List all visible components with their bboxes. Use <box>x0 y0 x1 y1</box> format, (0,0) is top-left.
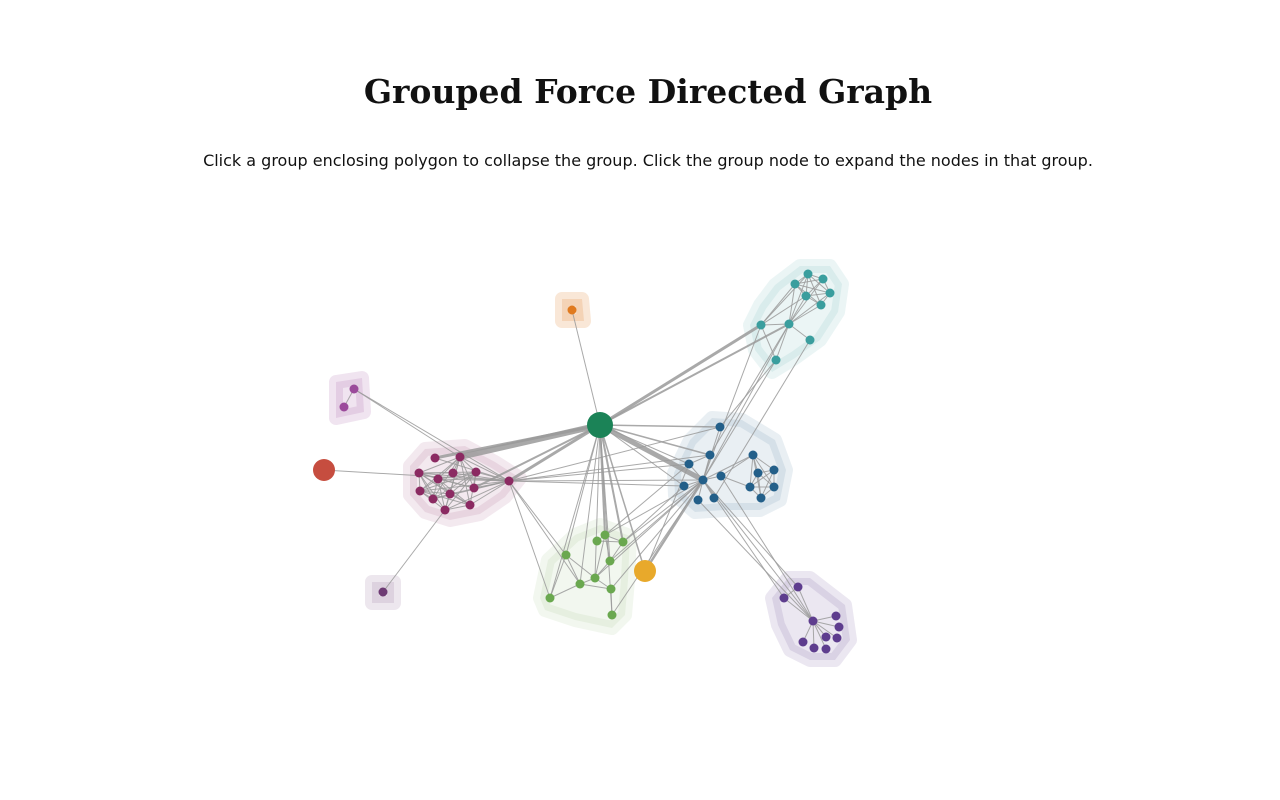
node-v1[interactable] <box>349 384 359 394</box>
node-t2[interactable] <box>818 274 828 284</box>
node-b6[interactable] <box>769 465 779 475</box>
node-m3[interactable] <box>414 468 424 478</box>
node-m7[interactable] <box>469 483 479 493</box>
node-t6[interactable] <box>816 300 826 310</box>
node-g2[interactable] <box>592 536 602 546</box>
node-b9[interactable] <box>679 481 689 491</box>
link-m8-g4 <box>508 480 567 556</box>
node-m11[interactable] <box>428 494 438 504</box>
node-g10[interactable] <box>607 610 617 620</box>
node-b13[interactable] <box>709 493 719 503</box>
node-g8[interactable] <box>606 584 616 594</box>
link-l1-m13 <box>382 509 446 593</box>
node-m8[interactable] <box>504 476 514 486</box>
node-g1[interactable] <box>600 530 610 540</box>
node-m9[interactable] <box>415 486 425 496</box>
node-l1[interactable] <box>378 587 388 597</box>
link-G-b9 <box>599 424 685 487</box>
node-b1[interactable] <box>715 422 725 432</box>
node-p7[interactable] <box>832 633 842 643</box>
node-p5[interactable] <box>834 622 844 632</box>
node-g4[interactable] <box>561 550 571 560</box>
link-m8-b9 <box>508 480 685 487</box>
node-t4[interactable] <box>825 288 835 298</box>
node-m6[interactable] <box>433 474 443 484</box>
node-b8[interactable] <box>698 475 708 485</box>
node-g9[interactable] <box>545 593 555 603</box>
node-m4[interactable] <box>448 468 458 478</box>
group-node-gold[interactable] <box>634 560 656 582</box>
node-t9[interactable] <box>805 335 815 345</box>
node-m10[interactable] <box>445 489 455 499</box>
node-p1[interactable] <box>793 582 803 592</box>
node-g5[interactable] <box>605 556 615 566</box>
node-t1[interactable] <box>803 269 813 279</box>
node-p9[interactable] <box>809 643 819 653</box>
link-b12-p3 <box>697 499 814 622</box>
group-node-red[interactable] <box>313 459 335 481</box>
node-g3[interactable] <box>618 537 628 547</box>
node-m5[interactable] <box>471 467 481 477</box>
node-m13[interactable] <box>440 505 450 515</box>
node-p3[interactable] <box>808 616 818 626</box>
node-t3[interactable] <box>790 279 800 289</box>
node-b7[interactable] <box>716 471 726 481</box>
node-b11[interactable] <box>769 482 779 492</box>
node-m1[interactable] <box>430 453 440 463</box>
force-graph[interactable] <box>0 0 1280 800</box>
node-b12[interactable] <box>693 495 703 505</box>
link-G-b4 <box>599 424 690 465</box>
node-p8[interactable] <box>798 637 808 647</box>
group-node-dkgreen[interactable] <box>587 412 613 438</box>
node-t10[interactable] <box>771 355 781 365</box>
node-g6[interactable] <box>590 573 600 583</box>
link-m8-g9 <box>508 480 551 599</box>
group-hull-violet[interactable] <box>329 371 371 425</box>
node-m12[interactable] <box>465 500 475 510</box>
node-p10[interactable] <box>821 644 831 654</box>
node-b3[interactable] <box>748 450 758 460</box>
node-t8[interactable] <box>756 320 766 330</box>
node-p2[interactable] <box>779 593 789 603</box>
node-p6[interactable] <box>821 632 831 642</box>
node-b5[interactable] <box>753 468 763 478</box>
node-b2[interactable] <box>705 450 715 460</box>
node-t5[interactable] <box>801 291 811 301</box>
node-g7[interactable] <box>575 579 585 589</box>
node-o1[interactable] <box>567 305 577 315</box>
node-b10[interactable] <box>745 482 755 492</box>
node-p4[interactable] <box>831 611 841 621</box>
node-b14[interactable] <box>756 493 766 503</box>
node-b4[interactable] <box>684 459 694 469</box>
link-v1-m2 <box>353 388 461 458</box>
node-v2[interactable] <box>339 402 349 412</box>
node-t7[interactable] <box>784 319 794 329</box>
node-m2[interactable] <box>455 452 465 462</box>
